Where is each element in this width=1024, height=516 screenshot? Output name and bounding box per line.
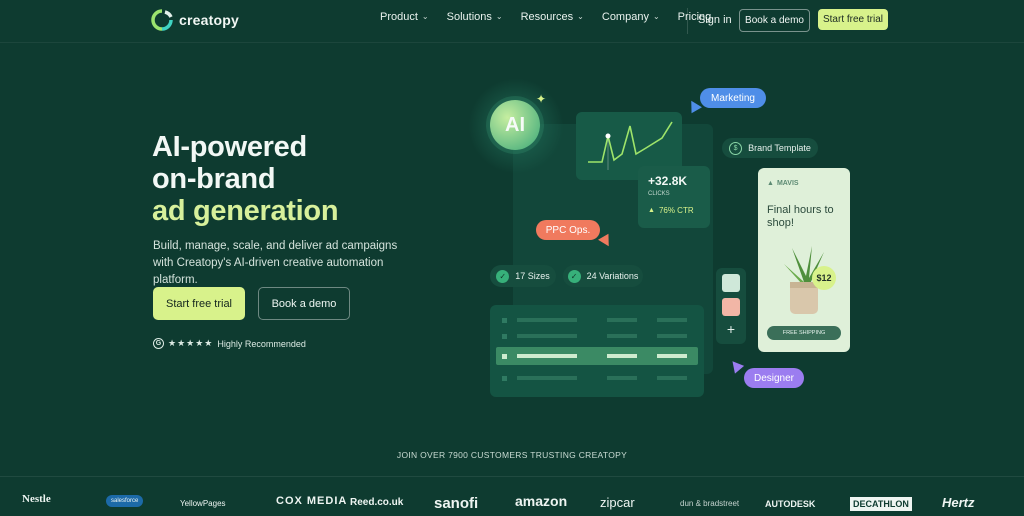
table-row xyxy=(502,317,692,323)
add-icon[interactable]: + xyxy=(722,320,740,338)
ctr-value: 76% CTR xyxy=(658,206,694,215)
dun-bradstreet-logo: dun & bradstreet xyxy=(680,499,740,508)
amazon-logo: amazon xyxy=(515,493,568,509)
hertz-logo: Hertz xyxy=(942,495,975,510)
check-icon: ✓ xyxy=(567,269,581,283)
sanofi-logo: sanofi xyxy=(434,495,479,512)
ad-cta-button: FREE SHIPPING xyxy=(767,326,841,340)
rating-stars: ★★★★★ xyxy=(168,338,214,348)
customer-logos: Nestle salesforce YellowPages COX MEDIA … xyxy=(0,476,1024,516)
salesforce-logo: salesforce xyxy=(106,495,144,507)
sparkle-icon: ✦ xyxy=(536,92,547,106)
variations-chip: ✓ 24 Variations xyxy=(563,265,643,287)
table-row-highlighted xyxy=(496,347,698,365)
nav-company[interactable]: Company ⌄ xyxy=(602,11,660,23)
autodesk-logo: AUTODESK xyxy=(765,499,816,509)
trend-up-icon: ▲ xyxy=(648,207,655,214)
chevron-down-icon: ⌄ xyxy=(495,11,503,21)
decathlon-logo: DECATHLON xyxy=(850,497,912,511)
sign-in-link[interactable]: Sign in xyxy=(698,14,732,26)
chevron-down-icon: ⌄ xyxy=(577,11,584,21)
price-badge: $12 xyxy=(812,266,836,290)
nav-resources-label: Resources xyxy=(520,11,574,23)
nav-solutions-label: Solutions xyxy=(446,11,492,23)
g2-icon: G xyxy=(153,338,164,349)
table-row xyxy=(502,333,692,339)
nav-book-demo-button[interactable]: Book a demo xyxy=(739,9,810,32)
rating-row: G ★★★★★ Highly Recommended xyxy=(153,338,306,349)
creatopy-logo-icon xyxy=(151,9,173,31)
nav-solutions[interactable]: Solutions ⌄ xyxy=(447,11,503,23)
ctr-row: ▲ 76% CTR xyxy=(648,206,694,215)
stat-value: +32.8K xyxy=(648,174,688,188)
ad-brand-text: MAVIS xyxy=(776,180,799,187)
nav-resources[interactable]: Resources ⌄ xyxy=(521,11,584,23)
brand-template-icon: $ xyxy=(729,141,743,155)
sizes-label: 17 Sizes xyxy=(515,271,550,281)
yellowpages-logo: YellowPages xyxy=(180,499,226,508)
top-navigation: creatopy Product ⌄ Solutions ⌄ Resources ⌄ … xyxy=(0,0,1024,43)
ai-badge: AI xyxy=(490,100,540,150)
hero-title-line3: ad generation xyxy=(152,195,339,227)
hero-title-line1: AI-powered xyxy=(152,131,307,163)
ad-brand: ▲ MAVIS xyxy=(767,180,799,187)
color-swatch[interactable] xyxy=(722,274,740,292)
creatopy-logo[interactable]: creatopy xyxy=(151,8,239,32)
ad-preview-card: ▲ MAVIS Final hours to shop! $12 FREE SHI… xyxy=(758,168,850,352)
customers-caption: JOIN OVER 7900 CUSTOMERS TRUSTING CREATO… xyxy=(396,450,628,460)
swatch-column: + xyxy=(716,268,746,344)
ppc-tag: PPC Ops. xyxy=(536,220,600,240)
mavis-logo-icon: ▲ xyxy=(767,180,774,187)
nav-product-label: Product xyxy=(380,11,418,23)
marketing-tag: Marketing xyxy=(700,88,766,108)
hero-title-line2: on-brand xyxy=(152,163,276,195)
table-card xyxy=(490,305,704,397)
hero-book-demo-button[interactable]: Book a demo xyxy=(258,287,350,320)
chevron-down-icon: ⌄ xyxy=(421,11,429,21)
ad-headline: Final hours to shop! xyxy=(767,204,834,229)
hero-illustration: AI ✦ Marketing $ Brand Template +32.8K C… xyxy=(460,70,880,400)
nestle-logo: Nestle xyxy=(22,493,51,505)
cursor-arrow-icon xyxy=(727,357,745,374)
sizes-chip: ✓ 17 Sizes xyxy=(490,265,556,287)
zipcar-logo: zipcar xyxy=(600,495,635,510)
chevron-down-icon: ⌄ xyxy=(652,11,660,21)
stat-label: CLICKS xyxy=(648,191,670,197)
nav-divider xyxy=(687,8,688,34)
nav-product[interactable]: Product ⌄ xyxy=(380,11,429,23)
table-row xyxy=(502,375,692,381)
designer-tag: Designer xyxy=(744,368,804,388)
color-swatch[interactable] xyxy=(722,298,740,316)
nav-company-label: Company xyxy=(601,11,649,23)
nav-links: Product ⌄ Solutions ⌄ Resources ⌄ Company ⌄ … xyxy=(380,11,711,23)
hero-title: AI-powered on-brand ad generation xyxy=(152,131,339,227)
brand-template-label: Brand Template xyxy=(748,143,811,153)
check-icon: ✓ xyxy=(496,269,510,283)
hero-subtitle: Build, manage, scale, and deliver ad cam… xyxy=(153,240,398,286)
logo-text: creatopy xyxy=(179,12,239,28)
nav-start-trial-button[interactable]: Start free trial xyxy=(818,9,888,30)
ai-badge-text: AI xyxy=(505,113,525,136)
stats-card: +32.8K CLICKS ▲ 76% CTR xyxy=(638,166,710,228)
hero-start-trial-button[interactable]: Start free trial xyxy=(153,287,245,320)
rating-text: Highly Recommended xyxy=(217,338,306,349)
cox-media-logo: COX MEDIA xyxy=(276,495,348,507)
brand-template-chip: $ Brand Template xyxy=(722,138,818,158)
variations-label: 24 Variations xyxy=(586,271,639,281)
reed-logo: Reed.co.uk xyxy=(350,497,404,508)
